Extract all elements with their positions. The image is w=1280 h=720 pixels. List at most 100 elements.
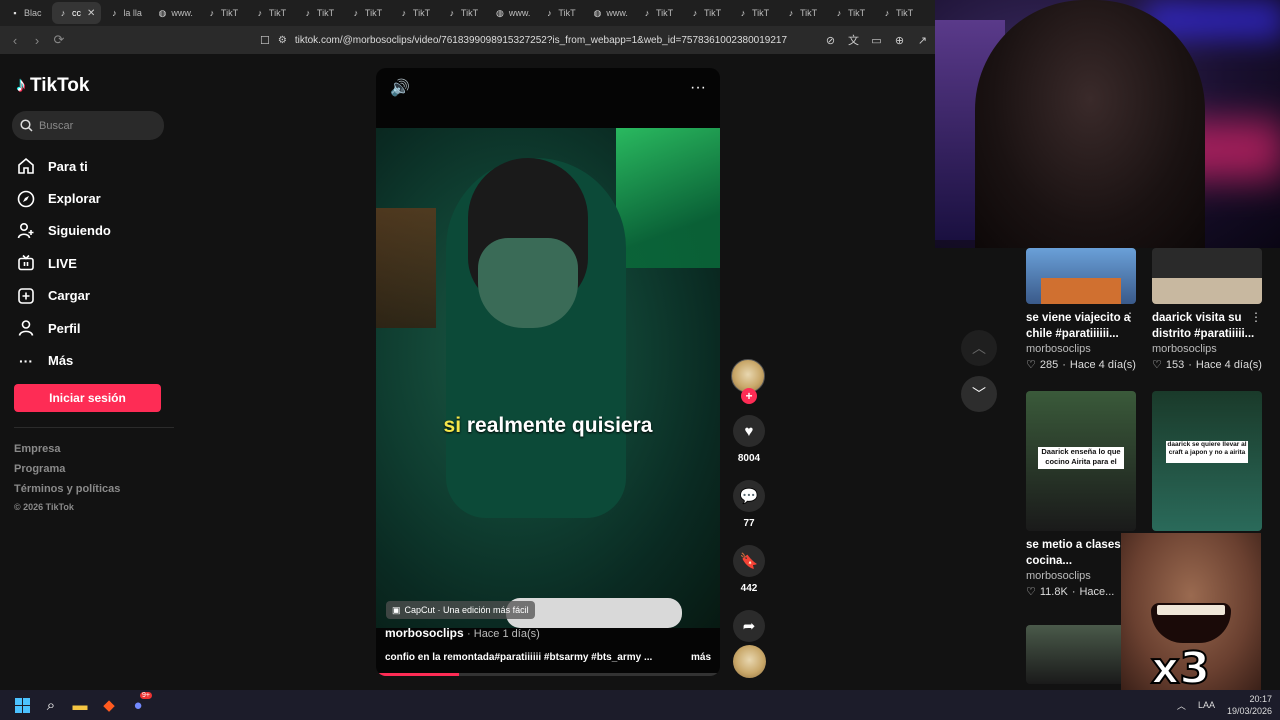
video-progress-bar[interactable]	[376, 673, 720, 676]
discord-icon[interactable]: ● 9+	[124, 692, 152, 718]
following-icon	[16, 221, 36, 241]
save-action[interactable]: 🔖 442	[731, 545, 767, 594]
browser-tab[interactable]: ▪ Blac	[4, 2, 50, 24]
browser-tab[interactable]: ♪ TikT	[636, 2, 682, 24]
card-title[interactable]: se viene viajecito a chile #paratiiiiii.…	[1026, 310, 1138, 342]
related-video-card[interactable]: daarick se quiere llevar al craft a japo…	[1152, 391, 1264, 531]
zoom-icon[interactable]: ⊕	[891, 32, 908, 49]
menu-item-para-ti[interactable]: Para ti	[16, 150, 111, 182]
browser-tab[interactable]: ♪ TikT	[538, 2, 584, 24]
close-tab-icon[interactable]: ✕	[87, 8, 95, 19]
volume-icon[interactable]: 🔊	[390, 78, 410, 98]
footer-link-terminos[interactable]: Términos y políticas	[14, 483, 120, 503]
clock-date: 19/03/2026	[1226, 706, 1272, 716]
music-disc-avatar[interactable]	[733, 645, 766, 678]
card-time: Hace...	[1079, 585, 1115, 598]
video-author[interactable]: morbosoclips	[385, 626, 464, 640]
translate-icon[interactable]: 文	[845, 32, 862, 49]
tiktok-logo[interactable]: ♪ TikTok	[16, 74, 89, 97]
comment-action[interactable]: 💬 77	[731, 480, 767, 529]
browser-tab[interactable]: ♪ TikT	[345, 2, 391, 24]
author-avatar[interactable]: +	[731, 359, 765, 404]
page-icon: ▪	[13, 8, 17, 18]
share-arrow-icon[interactable]: ➦	[733, 610, 765, 642]
bookmark-icon[interactable]: 🔖	[733, 545, 765, 577]
browser-tab[interactable]: ♪ TikT	[249, 2, 295, 24]
browser-tab[interactable]: ♪ TikT	[393, 2, 439, 24]
card-time: Hace 4 día(s)	[1195, 358, 1262, 371]
file-explorer-icon[interactable]: ▬	[66, 692, 94, 718]
video-thumbnail[interactable]	[1026, 248, 1136, 304]
more-link[interactable]: más	[691, 652, 711, 663]
cast-icon[interactable]: ▭	[868, 32, 885, 49]
browser-tab[interactable]: ♪ TikT	[732, 2, 778, 24]
live-icon	[16, 253, 36, 273]
search-box[interactable]	[12, 111, 164, 140]
browser-tab[interactable]: ◍ www.	[489, 2, 537, 24]
clock[interactable]: 20:17 19/03/2026	[1227, 693, 1272, 717]
reader-icon[interactable]: ⊘	[822, 32, 839, 49]
browser-tab[interactable]: ♪ TikT	[780, 2, 826, 24]
browser-tab[interactable]: ♪ cc ✕	[52, 2, 102, 24]
next-video-button[interactable]: ﹀	[961, 376, 997, 412]
related-video-card[interactable]: ⋮ daarick visita su distrito #paratiiiii…	[1152, 248, 1264, 371]
tab-label: TikT	[316, 8, 335, 18]
language-indicator[interactable]: LAA	[1198, 700, 1215, 710]
capcut-badge[interactable]: ▣ CapCut · Una edición más fácil	[386, 601, 535, 619]
card-author[interactable]: morbosoclips	[1152, 343, 1264, 355]
previous-video-button[interactable]: ︿	[961, 330, 997, 366]
footer-link-empresa[interactable]: Empresa	[14, 443, 120, 463]
browser-tab[interactable]: ♪ TikT	[876, 2, 922, 24]
url-field[interactable]: tiktok.com/@morbosoclips/video/761839909…	[295, 35, 787, 46]
search-taskbar-icon[interactable]: ⌕	[37, 692, 65, 718]
heart-icon[interactable]: ♥	[733, 415, 765, 447]
search-icon	[20, 119, 33, 132]
comment-icon[interactable]: 💬	[733, 480, 765, 512]
menu-item-mas[interactable]: ··· Más	[16, 344, 111, 376]
tab-label: TikT	[799, 8, 818, 18]
site-settings-icon[interactable]: ⚙	[278, 35, 287, 46]
share-icon[interactable]: ↗	[914, 32, 931, 49]
back-button[interactable]: ‹	[4, 29, 26, 51]
video-thumbnail[interactable]: daarick se quiere llevar al craft a japo…	[1152, 391, 1262, 531]
browser-tab[interactable]: ♪ TikT	[201, 2, 247, 24]
copyright: © 2026 TikTok	[14, 502, 74, 512]
menu-item-perfil[interactable]: Perfil	[16, 312, 111, 344]
search-input[interactable]	[39, 119, 149, 132]
footer-link-programa[interactable]: Programa	[14, 463, 120, 483]
menu-label: Siguiendo	[48, 223, 111, 239]
card-more-icon[interactable]: ⋮	[1124, 310, 1136, 324]
follow-plus-icon[interactable]: +	[741, 388, 757, 404]
browser-tab[interactable]: ◍ www.	[586, 2, 634, 24]
menu-item-live[interactable]: LIVE	[16, 247, 111, 279]
forward-button[interactable]: ›	[26, 29, 48, 51]
video-thumbnail[interactable]	[1152, 248, 1262, 304]
card-more-icon[interactable]: ⋮	[1250, 310, 1262, 324]
bookmark-icon[interactable]: ☐	[260, 34, 270, 47]
video-more-icon[interactable]: ···	[690, 79, 706, 97]
browser-tab[interactable]: ♪ TikT	[297, 2, 343, 24]
browser-tab[interactable]: ◍ www.	[151, 2, 199, 24]
video-thumbnail[interactable]	[1026, 625, 1136, 684]
windows-start-icon[interactable]	[8, 692, 36, 718]
video-thumbnail[interactable]: Daarick enseña lo que cocino Airita para…	[1026, 391, 1136, 531]
like-action[interactable]: ♥ 8004	[731, 415, 767, 464]
browser-tab[interactable]: ♪ TikT	[828, 2, 874, 24]
browser-tab[interactable]: ♪ TikT	[441, 2, 487, 24]
video-frame	[376, 128, 720, 628]
brave-browser-icon[interactable]: ◆	[95, 692, 123, 718]
login-button[interactable]: Iniciar sesión	[14, 384, 161, 412]
related-video-card[interactable]: ⋮ se viene viajecito a chile #paratiiiii…	[1026, 248, 1138, 371]
menu-item-explorar[interactable]: Explorar	[16, 182, 111, 214]
tray-chevron-icon[interactable]: ︿	[1177, 699, 1186, 712]
menu-item-siguiendo[interactable]: Siguiendo	[16, 215, 111, 247]
menu-item-cargar[interactable]: Cargar	[16, 280, 111, 312]
browser-tab[interactable]: ♪ TikT	[684, 2, 730, 24]
tiktok-icon: ♪	[740, 8, 746, 18]
card-title[interactable]: daarick visita su distrito #paratiiiii..…	[1152, 310, 1264, 342]
card-author[interactable]: morbosoclips	[1026, 343, 1138, 355]
video-player[interactable]: 🔊 ··· si realmente quisiera ▣ CapCut · U…	[376, 68, 720, 676]
browser-tab[interactable]: ♪ la lla	[103, 2, 149, 24]
reload-button[interactable]: ⟳	[48, 29, 70, 51]
tab-bar: ▪ Blac ♪ cc ✕ ♪ la lla ◍ www. ♪ TikT ♪ TikT ♪ TikT ♪ Tik…	[0, 0, 935, 26]
